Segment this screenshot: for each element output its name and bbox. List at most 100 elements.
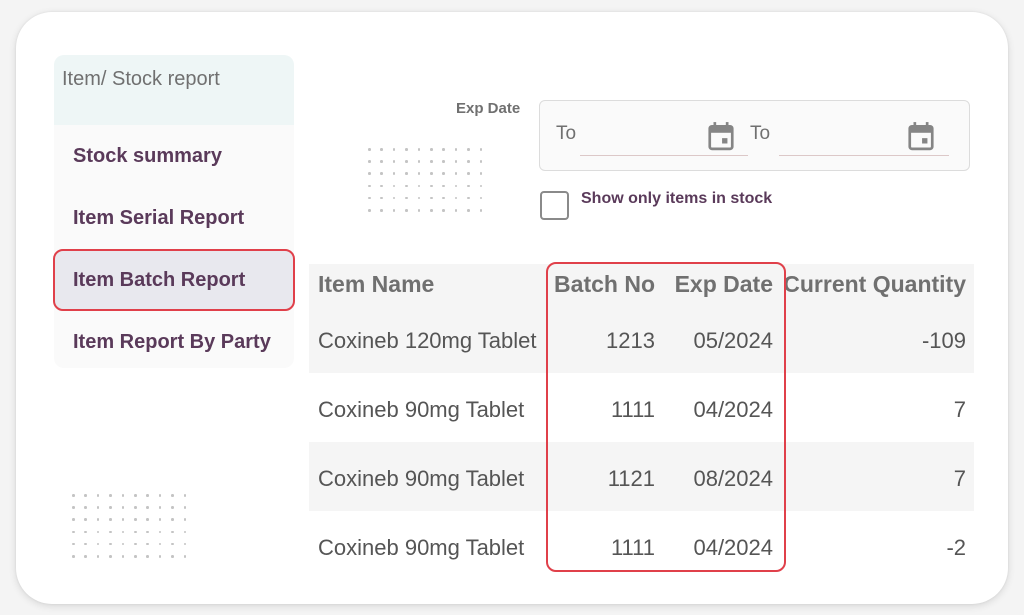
dot (134, 506, 137, 509)
from-date-underline (580, 155, 748, 156)
batch-report-table: Item Name Batch No Exp Date Current Quan… (309, 264, 974, 580)
cell-item-name: Coxineb 90mg Tablet (318, 396, 525, 422)
table-row[interactable]: Coxineb 90mg Tablet 1121 08/2024 7 (309, 442, 974, 511)
dot (405, 184, 408, 188)
dot (146, 518, 149, 521)
dot (442, 148, 445, 151)
dot (96, 555, 100, 558)
dot (146, 494, 149, 497)
sidebar-item-label: Item Serial Report (73, 206, 245, 229)
dot (134, 494, 137, 497)
sidebar-item-stock-summary[interactable]: Stock summary (54, 125, 294, 187)
dot (417, 160, 421, 163)
dot (368, 209, 371, 212)
cell-current-quantity: 7 (953, 465, 966, 491)
dot (72, 494, 75, 497)
dot (72, 542, 75, 546)
dot (183, 494, 187, 497)
dot (417, 148, 421, 151)
dot (171, 506, 174, 509)
to-date-label: To (750, 123, 771, 144)
dot (368, 148, 371, 151)
dot (430, 160, 433, 163)
column-header-batch-no[interactable]: Batch No (549, 264, 655, 304)
cell-batch-no: 1111 (610, 534, 655, 560)
dot (454, 148, 458, 151)
dot (109, 555, 112, 558)
dot (442, 160, 445, 163)
dot (405, 209, 408, 212)
dot (72, 555, 75, 558)
dot (442, 184, 445, 188)
exp-date-from-field[interactable]: To (540, 101, 750, 170)
in-stock-checkbox-label[interactable]: Show only items in stock (581, 190, 772, 208)
report-sidebar: Item/ Stock report Stock summary Item Se… (53, 55, 295, 368)
dot (392, 148, 396, 151)
dot (121, 518, 125, 521)
dot (84, 518, 87, 521)
dot (380, 209, 383, 212)
dot (479, 209, 483, 212)
dot (96, 494, 100, 497)
calendar-icon[interactable] (908, 121, 934, 151)
cell-current-quantity: 7 (953, 396, 966, 422)
dot (479, 148, 483, 151)
dot (454, 209, 458, 212)
cell-exp-date: 08/2024 (693, 465, 773, 491)
dot (109, 542, 112, 546)
dot (467, 172, 470, 175)
dot (442, 209, 445, 212)
exp-date-to-field[interactable]: To (750, 101, 971, 170)
dot (467, 184, 470, 188)
dot (467, 148, 470, 151)
dot (430, 184, 433, 188)
to-date-underline (779, 155, 949, 156)
dot (146, 506, 149, 509)
cell-current-quantity: -109 (921, 327, 966, 353)
dot (146, 530, 149, 534)
dot (380, 160, 383, 163)
table-row[interactable]: Coxineb 90mg Tablet 1111 04/2024 -2 (309, 511, 974, 580)
dot (171, 518, 174, 521)
dot (72, 518, 75, 521)
cell-item-name: Coxineb 90mg Tablet (318, 465, 525, 491)
dot (171, 494, 174, 497)
cell-exp-date: 04/2024 (693, 534, 773, 560)
dot (380, 148, 383, 151)
dot (405, 196, 408, 200)
sidebar-item-item-batch-report[interactable]: Item Batch Report (53, 249, 295, 311)
cell-current-quantity: -2 (946, 534, 966, 560)
dot (109, 518, 112, 521)
column-header-current-quantity[interactable]: Current Quantity (783, 264, 966, 304)
dot (430, 148, 433, 151)
sidebar-item-item-report-by-party[interactable]: Item Report By Party (54, 311, 294, 373)
table-row[interactable]: Coxineb 120mg Tablet 1213 05/2024 -109 (309, 304, 974, 373)
column-header-item-name[interactable]: Item Name (318, 264, 434, 304)
dot (158, 555, 162, 558)
column-header-exp-date[interactable]: Exp Date (659, 264, 773, 304)
sidebar-item-item-serial-report[interactable]: Item Serial Report (54, 187, 294, 249)
table-row[interactable]: Coxineb 90mg Tablet 1111 04/2024 7 (309, 373, 974, 442)
cell-batch-no: 1121 (607, 465, 655, 491)
dot (392, 160, 396, 163)
calendar-icon[interactable] (708, 121, 734, 151)
dot (96, 506, 100, 509)
dot (134, 542, 137, 546)
dot (121, 555, 125, 558)
in-stock-checkbox[interactable] (540, 191, 569, 220)
cell-item-name: Coxineb 120mg Tablet (318, 327, 537, 353)
dot (467, 160, 470, 163)
dot (109, 530, 112, 534)
dot (380, 184, 383, 188)
dot (479, 172, 483, 175)
dot (380, 172, 383, 175)
dot (121, 506, 125, 509)
cell-exp-date: 04/2024 (693, 396, 773, 422)
dot (417, 172, 421, 175)
table-header-row: Item Name Batch No Exp Date Current Quan… (309, 264, 974, 304)
dot (72, 506, 75, 509)
cell-item-name: Coxineb 90mg Tablet (318, 534, 525, 560)
dot (405, 172, 408, 175)
dot (183, 518, 187, 521)
sidebar-item-label: Stock summary (73, 144, 222, 167)
